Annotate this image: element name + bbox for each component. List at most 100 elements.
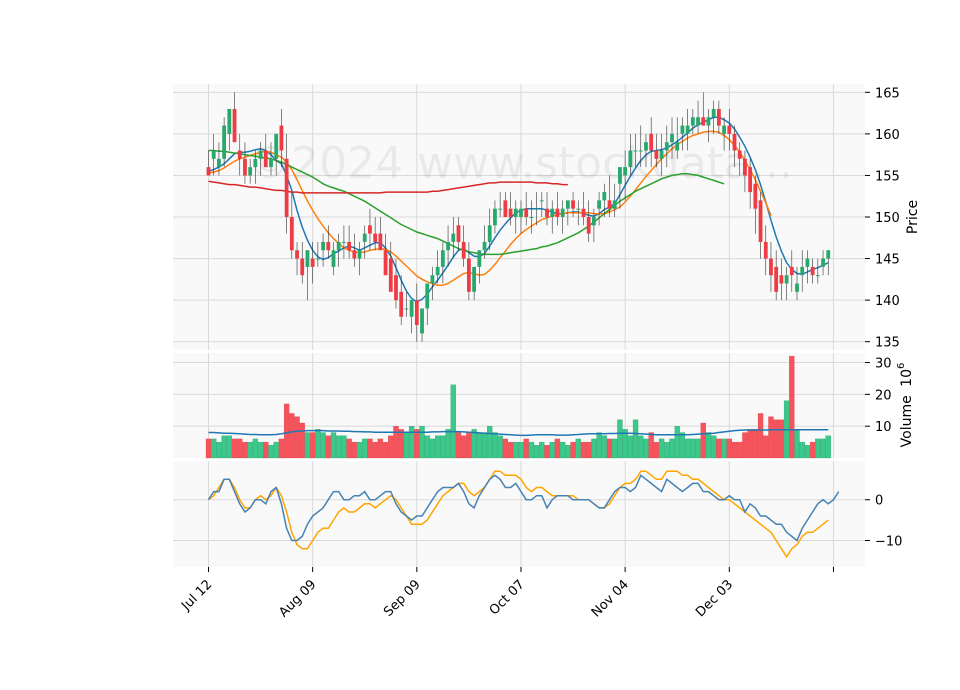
candle-body (435, 266, 440, 276)
volume-bar (377, 438, 384, 459)
candle-body (732, 133, 737, 151)
volume-bar (435, 435, 441, 459)
candle-body (394, 275, 398, 301)
price-tick-label: 145 (875, 253, 900, 268)
candle-body (685, 125, 690, 134)
candle-body (581, 208, 586, 217)
volume-bar (455, 432, 462, 459)
candle-body (743, 158, 747, 176)
candle-body (310, 258, 315, 267)
candle-body (503, 200, 508, 217)
volume-axis-multiplier: 10 (899, 369, 915, 387)
volume-bar (606, 438, 613, 459)
candle-body (576, 208, 581, 210)
y-axis-ticks: 135 140 145 150 155 160 165 10 20 30 −10 0 (865, 86, 902, 550)
candle-body (690, 117, 695, 126)
oscillator-tick-label: −10 (875, 535, 902, 550)
candle-body (347, 241, 352, 251)
candle-body (659, 150, 664, 159)
candle-body (555, 208, 560, 217)
volume-bar (471, 429, 477, 459)
volume-bar (492, 432, 498, 459)
candle-body (368, 225, 372, 234)
volume-bar (429, 438, 436, 459)
candle-body (373, 233, 378, 242)
volume-bar (502, 438, 509, 459)
volume-bar (216, 441, 222, 459)
volume-bar (804, 445, 811, 459)
volume-bar (768, 416, 774, 459)
candle-body (399, 291, 404, 317)
volume-bar (351, 441, 357, 459)
candle-body (748, 167, 753, 193)
candle-body (279, 125, 284, 151)
candle-body (487, 225, 492, 242)
price-tick-label: 165 (875, 86, 900, 101)
volume-bar (408, 426, 415, 459)
volume-bar (299, 422, 305, 459)
candle-body (716, 108, 721, 126)
volume-bar (612, 438, 618, 459)
volume-bar (674, 426, 680, 459)
volume-bar (273, 441, 279, 459)
volume-tick-label: 30 (875, 357, 892, 372)
volume-bar (690, 438, 696, 459)
candle-body (248, 167, 253, 176)
volume-bar (617, 419, 623, 459)
volume-bar (591, 438, 597, 459)
candle-body (591, 217, 596, 226)
candle-body (477, 250, 482, 267)
price-tick-label: 160 (875, 128, 900, 143)
volume-bar (450, 384, 456, 459)
volume-bar (773, 419, 779, 459)
volume-bar (825, 435, 831, 459)
candle-body (560, 208, 565, 217)
x-tick-label: Dec 03 (693, 577, 736, 620)
volume-bar (731, 441, 738, 459)
candle-body (805, 258, 810, 267)
candle-body (498, 208, 503, 210)
candle-body (696, 117, 700, 126)
candle-body (633, 150, 638, 152)
candle-body (243, 158, 247, 176)
volume-bar (330, 432, 337, 459)
candle-body (753, 183, 758, 209)
volume-bar (507, 441, 514, 459)
volume-axis-exponent: 6 (896, 363, 907, 369)
x-axis-ticks: Jul 12 Aug 09 Sep 09 Oct 07 Nov 04 Dec 03 (178, 567, 834, 620)
volume-bar (231, 438, 238, 459)
volume-bar (586, 441, 592, 459)
candle-body (722, 125, 726, 134)
volume-bar (763, 435, 769, 459)
svg-text:Volume 106: Volume 106 (896, 363, 915, 448)
candle-body (774, 266, 779, 292)
candle-body (274, 133, 279, 159)
candle-body (795, 283, 799, 292)
candle-body (784, 275, 789, 284)
candle-body (456, 225, 461, 242)
volume-axis-label: Volume (899, 395, 915, 447)
x-tick-label: Sep 09 (381, 577, 424, 620)
candle-body (675, 142, 680, 151)
candle-body (451, 233, 456, 242)
candle-body (446, 241, 450, 251)
candle-body (649, 133, 654, 151)
volume-bar (799, 441, 805, 459)
candle-body (467, 258, 471, 292)
volume-bar (252, 438, 259, 459)
volume-bar (211, 438, 217, 459)
volume-bar (627, 435, 633, 459)
volume-bar (580, 441, 587, 459)
volume-bar (476, 432, 482, 459)
volume-bar (570, 441, 576, 459)
volume-bar (669, 438, 675, 459)
candle-body (326, 241, 331, 251)
volume-bar (544, 445, 550, 459)
candle-body (513, 208, 518, 217)
candle-body (352, 250, 357, 259)
candle-body (378, 233, 383, 251)
volume-bar (487, 426, 493, 459)
candle-body (519, 208, 523, 217)
volume-bar (398, 429, 404, 459)
volume-axis-title: Volume 106 (896, 363, 915, 448)
